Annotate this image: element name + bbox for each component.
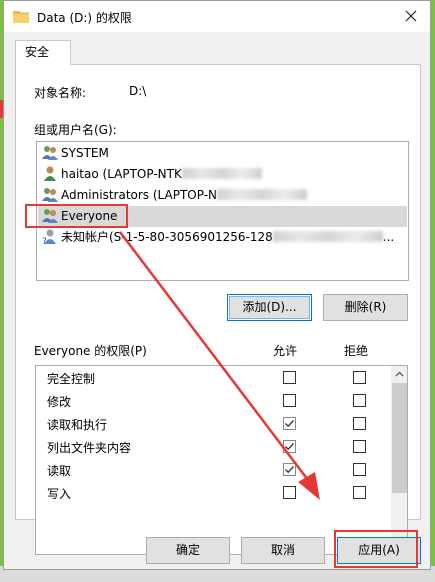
permission-row: 写入: [36, 481, 388, 504]
permission-name: 读取: [47, 464, 72, 478]
list-item-label: SYSTEM: [61, 146, 109, 160]
list-item-system[interactable]: SYSTEM: [38, 143, 407, 164]
unknown-user-icon: ?: [42, 229, 56, 244]
permissions-dialog: Data (D:) 的权限 安全 对象名称: D:\ 组或用户名(G): SYS…: [3, 0, 431, 570]
window-title: Data (D:) 的权限: [37, 11, 132, 25]
permission-name: 列出文件夹内容: [47, 441, 132, 455]
object-name-value: D:\: [129, 84, 147, 98]
background-right: [431, 0, 435, 582]
checkmark-icon: [285, 443, 294, 451]
svg-text:?: ?: [42, 237, 47, 244]
checkmark-icon: [285, 466, 294, 474]
apply-button[interactable]: 应用(A): [337, 537, 421, 564]
permission-name: 完全控制: [47, 372, 96, 386]
object-name-label: 对象名称:: [34, 86, 87, 100]
redacted-text: [217, 189, 308, 200]
permission-name: 写入: [47, 487, 72, 501]
allow-checkbox[interactable]: [283, 371, 296, 384]
scroll-thumb[interactable]: [392, 383, 407, 493]
add-button[interactable]: 添加(D)...: [227, 294, 312, 321]
groups-label: 组或用户名(G):: [34, 123, 117, 137]
list-item-label: Everyone: [61, 209, 118, 223]
groups-listbox[interactable]: SYSTEM haitao (LAPTOP-NTK Administrators…: [36, 141, 409, 281]
checkmark-icon: [285, 420, 294, 428]
cancel-button[interactable]: 取消: [241, 537, 325, 564]
permissions-scrollbar[interactable]: [391, 366, 408, 554]
deny-checkbox[interactable]: [353, 394, 366, 407]
list-item-label: 未知帐户(S-1-5-80-3056901256-128: [61, 230, 273, 244]
list-item-administrators[interactable]: Administrators (LAPTOP-N: [38, 185, 407, 206]
deny-checkbox[interactable]: [353, 371, 366, 384]
deny-header: 拒绝: [344, 344, 369, 358]
redacted-text: [272, 231, 383, 242]
allow-checkbox[interactable]: [283, 394, 296, 407]
permission-name: 修改: [47, 395, 72, 409]
users-icon: [42, 146, 58, 160]
list-item-unknown-account[interactable]: ? 未知帐户(S-1-5-80-3056901256-128...: [38, 227, 407, 248]
permissions-label: Everyone 的权限(P): [34, 344, 147, 358]
remove-button[interactable]: 删除(R): [323, 294, 408, 321]
deny-checkbox[interactable]: [353, 486, 366, 499]
scroll-up-icon[interactable]: [391, 366, 408, 383]
users-icon: [42, 188, 58, 202]
allow-header: 允许: [273, 344, 298, 358]
permission-name: 读取和执行: [47, 418, 108, 432]
permission-row: 修改: [36, 389, 388, 412]
permissions-list[interactable]: 写入 读取 列出文件夹内容 读取和执行 修改 完全控制: [35, 365, 408, 555]
tab-security[interactable]: 安全: [15, 40, 71, 65]
allow-checkbox[interactable]: [283, 417, 296, 430]
folder-icon: [13, 11, 29, 23]
deny-checkbox[interactable]: [353, 417, 366, 430]
tab-security-label: 安全: [25, 45, 50, 59]
list-item-label: haitao (LAPTOP-NTK: [61, 167, 182, 181]
user-icon: [44, 166, 56, 181]
list-item-haitao[interactable]: haitao (LAPTOP-NTK: [38, 164, 407, 185]
permission-row: 列出文件夹内容: [36, 435, 388, 458]
close-icon[interactable]: [398, 5, 424, 27]
list-item-ellipsis: ...: [382, 230, 395, 244]
redacted-text: [181, 168, 262, 179]
title-bar: Data (D:) 的权限: [4, 1, 430, 32]
permission-row: 读取: [36, 458, 388, 481]
deny-checkbox[interactable]: [353, 463, 366, 476]
permission-row: 完全控制: [36, 366, 388, 389]
list-item-label: Administrators (LAPTOP-N: [61, 188, 218, 202]
users-icon: [42, 209, 58, 223]
list-item-everyone[interactable]: Everyone: [38, 206, 407, 227]
deny-checkbox[interactable]: [353, 440, 366, 453]
permission-row: 读取和执行: [36, 412, 388, 435]
ok-button[interactable]: 确定: [146, 537, 230, 564]
allow-checkbox[interactable]: [283, 486, 296, 499]
allow-checkbox[interactable]: [283, 440, 296, 453]
allow-checkbox[interactable]: [283, 463, 296, 476]
